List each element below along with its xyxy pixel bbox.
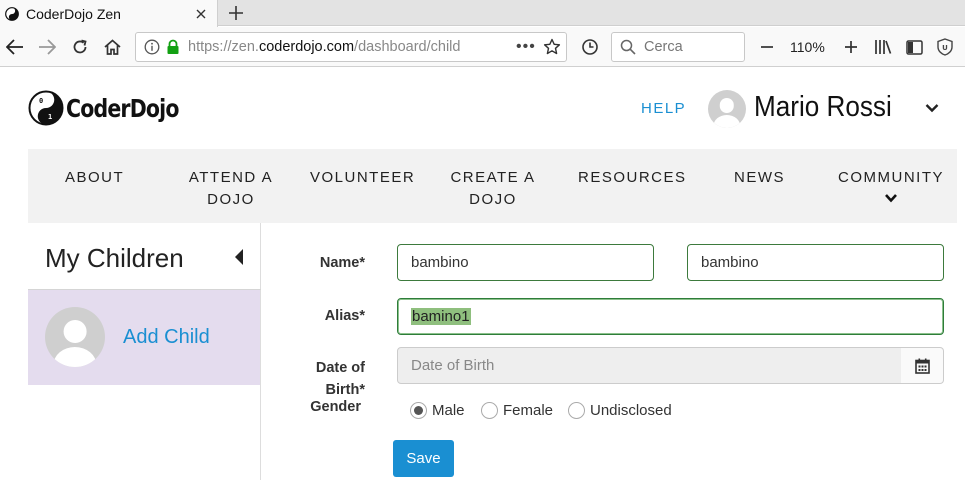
bookmark-star-icon[interactable] <box>543 38 561 56</box>
new-tab-icon[interactable] <box>226 0 246 26</box>
nav-item-about[interactable]: ABOUT <box>65 167 124 189</box>
children-sidebar: My Children Add Child <box>28 223 261 480</box>
svg-text:0: 0 <box>39 97 43 105</box>
gender-option-undisclosed[interactable]: Undisclosed <box>568 402 672 419</box>
sidebar-title: My Children <box>45 243 184 273</box>
svg-text:U: U <box>942 44 948 52</box>
dob-input[interactable]: Date of Birth <box>397 347 902 384</box>
url-path: /dashboard/child <box>354 39 461 55</box>
url-prefix: https://zen. <box>188 39 259 55</box>
search-input[interactable]: Cerca <box>611 32 745 62</box>
main-navigation: ABOUT ATTEND A DOJO VOLUNTEER CREATE A D… <box>28 149 957 223</box>
last-name-input[interactable]: bambino <box>687 244 944 281</box>
library-icon[interactable] <box>871 35 895 59</box>
url-host: coderdojo.com <box>258 39 355 55</box>
url-text[interactable]: https://zen.coderdojo.com/dashboard/chil… <box>188 39 506 55</box>
dob-placeholder: Date of Birth <box>411 357 495 374</box>
alias-label: Alias* <box>324 308 365 324</box>
help-link[interactable]: HELP <box>641 100 686 117</box>
browser-tab-strip: CoderDojo Zen <box>0 0 965 27</box>
calendar-button[interactable] <box>901 347 944 384</box>
nav-item-community[interactable]: COMMUNITY <box>838 167 944 211</box>
svg-text:1: 1 <box>48 113 52 121</box>
calendar-icon <box>914 358 930 374</box>
nav-item-volunteer[interactable]: VOLUNTEER <box>310 167 415 189</box>
coderdojo-logo[interactable]: 0 1 CoderDojo <box>28 89 203 127</box>
radio-undisclosed[interactable] <box>568 402 585 419</box>
search-placeholder: Cerca <box>644 39 683 55</box>
reload-icon[interactable] <box>68 35 92 59</box>
gender-option-label: Undisclosed <box>590 402 672 419</box>
coderdojo-logo-icon: 0 1 <box>28 90 64 126</box>
tab-title: CoderDojo Zen <box>26 5 121 22</box>
chevron-down-icon <box>885 194 897 203</box>
last-name-value: bambino <box>701 254 759 271</box>
history-clock-icon[interactable] <box>578 35 602 59</box>
gender-option-female[interactable]: Female <box>481 402 553 419</box>
add-child-link[interactable]: Add Child <box>123 326 210 349</box>
forward-icon[interactable] <box>35 35 59 59</box>
coderdojo-favicon-icon <box>5 6 19 21</box>
zoom-level[interactable]: 110% <box>790 39 825 55</box>
user-avatar[interactable] <box>708 90 746 128</box>
alias-value: bamino1 <box>411 308 471 325</box>
child-avatar <box>45 307 105 367</box>
logo-wordmark: CoderDojo <box>66 93 179 123</box>
zoom-in-icon[interactable] <box>839 35 863 59</box>
dob-label: Date of Birth* <box>315 360 365 398</box>
browser-toolbar: https://zen.coderdojo.com/dashboard/chil… <box>0 27 965 67</box>
home-icon[interactable] <box>100 35 124 59</box>
nav-item-community-label: COMMUNITY <box>838 169 944 186</box>
alias-input[interactable]: bamino1 <box>397 298 944 335</box>
collapse-sidebar-icon[interactable] <box>234 249 244 265</box>
chevron-down-icon[interactable] <box>924 100 940 116</box>
sidebar-toggle-icon[interactable] <box>902 35 926 59</box>
nav-item-attend-a-dojo[interactable]: ATTEND A DOJO <box>176 167 286 211</box>
gender-option-label: Female <box>503 402 554 419</box>
save-button[interactable]: Save <box>393 440 454 477</box>
first-name-value: bambino <box>411 254 469 271</box>
browser-tab[interactable]: CoderDojo Zen <box>0 0 218 27</box>
extension-shield-icon[interactable]: U <box>933 35 957 59</box>
nav-item-news[interactable]: NEWS <box>734 167 785 189</box>
gender-label: Gender <box>310 399 361 415</box>
nav-item-create-a-dojo[interactable]: CREATE A DOJO <box>442 167 544 211</box>
gender-option-male[interactable]: Male <box>410 402 465 419</box>
lock-icon[interactable] <box>166 39 180 55</box>
nav-item-resources[interactable]: RESOURCES <box>578 167 687 189</box>
first-name-input[interactable]: bambino <box>397 244 654 281</box>
close-tab-icon[interactable] <box>193 6 209 22</box>
address-bar[interactable]: https://zen.coderdojo.com/dashboard/chil… <box>135 32 567 62</box>
search-icon <box>620 39 636 55</box>
page-actions-icon[interactable]: ••• <box>516 38 536 56</box>
name-label: Name* <box>319 255 365 271</box>
add-child-item[interactable]: Add Child <box>28 290 260 385</box>
radio-female[interactable] <box>481 402 498 419</box>
info-icon[interactable] <box>144 39 160 55</box>
back-icon[interactable] <box>3 35 27 59</box>
user-name[interactable]: Mario Rossi <box>754 91 892 124</box>
zoom-out-icon[interactable] <box>755 35 779 59</box>
gender-option-label: Male <box>432 402 465 419</box>
radio-male[interactable] <box>410 402 427 419</box>
